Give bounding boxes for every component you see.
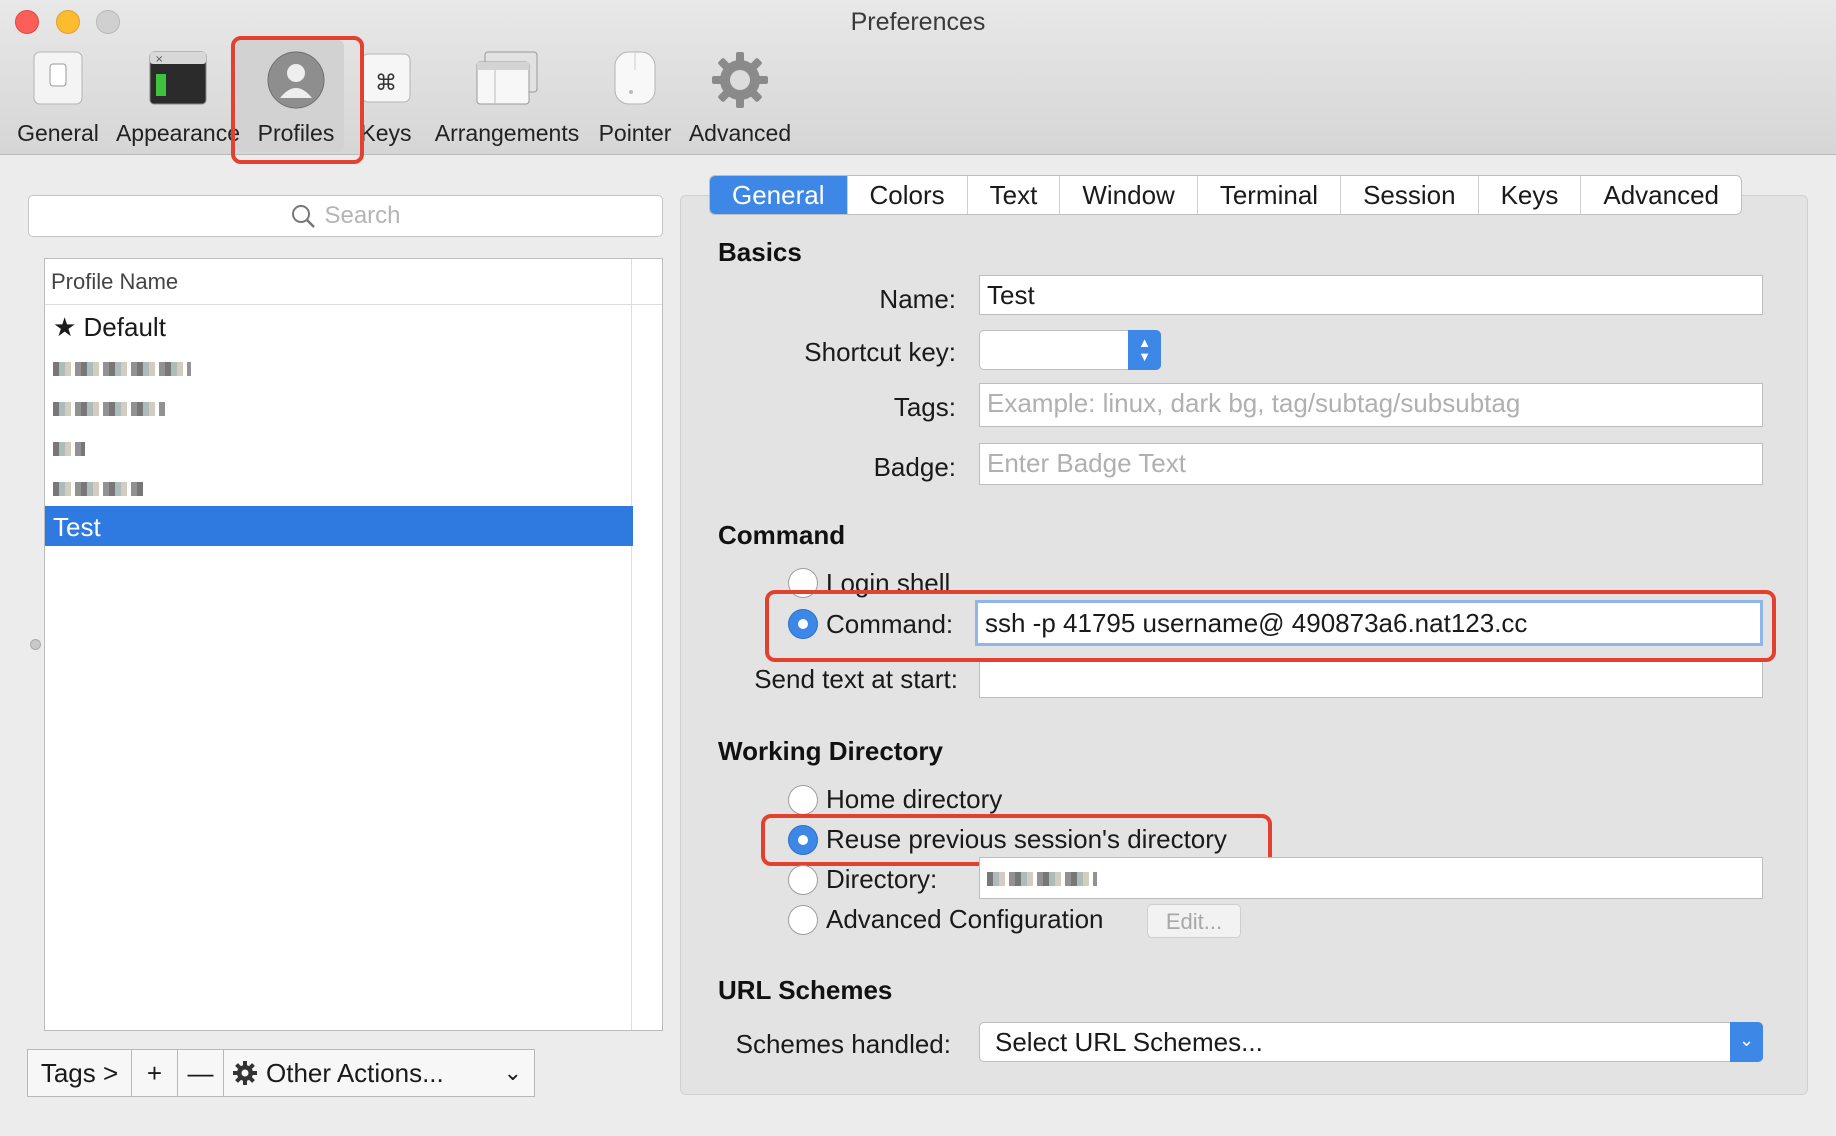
profile-row-test[interactable]: Test xyxy=(45,506,633,546)
profile-row-redacted[interactable] xyxy=(45,426,633,466)
badge-label: Badge: xyxy=(873,452,956,482)
gear-icon xyxy=(233,1061,257,1085)
switch-icon xyxy=(33,51,83,105)
home-directory-label: Home directory xyxy=(826,784,1003,814)
tags-field[interactable]: Example: linux, dark bg, tag/subtag/subs… xyxy=(979,383,1763,427)
schemes-handled-label: Schemes handled: xyxy=(735,1029,951,1059)
profile-row-default[interactable]: ★ Default xyxy=(45,306,633,346)
split-view-handle[interactable] xyxy=(30,639,41,650)
search-placeholder: Search xyxy=(324,202,401,229)
working-directory-heading: Working Directory xyxy=(718,736,943,766)
search-icon xyxy=(292,205,316,228)
svg-text:×: × xyxy=(155,54,163,65)
gear-icon xyxy=(712,52,768,108)
directory-radio[interactable] xyxy=(788,865,818,895)
url-schemes-value: Select URL Schemes... xyxy=(995,1027,1263,1057)
home-directory-radio[interactable] xyxy=(788,785,818,815)
profile-name: ★ Default xyxy=(53,312,166,342)
send-text-label: Send text at start: xyxy=(754,664,958,694)
toolbar-appearance-label: Appearance xyxy=(115,120,241,146)
profile-name: Test xyxy=(53,512,101,542)
plus-icon: + xyxy=(146,1057,163,1088)
badge-field[interactable]: Enter Badge Text xyxy=(979,443,1763,485)
title-bar: Preferences General × Appearance Profile… xyxy=(0,0,1836,164)
profile-list: Profile Name ★ Default Test xyxy=(44,258,663,1031)
toolbar-advanced-label: Advanced xyxy=(688,120,792,146)
annotation-profiles-highlight xyxy=(231,36,364,164)
redacted-profile-name xyxy=(53,482,143,496)
advanced-configuration-radio[interactable] xyxy=(788,905,818,935)
profile-row-redacted[interactable] xyxy=(45,346,633,386)
toolbar-pointer[interactable]: Pointer xyxy=(590,50,680,150)
chevron-down-icon: ⌄ xyxy=(1730,1022,1763,1062)
command-heading: Command xyxy=(718,520,846,550)
profile-search-field[interactable]: Search xyxy=(28,195,663,237)
window-title: Preferences xyxy=(850,8,986,36)
edit-button[interactable]: Edit... xyxy=(1147,904,1241,938)
tab-window[interactable]: Window xyxy=(1060,176,1198,214)
name-field[interactable]: Test xyxy=(979,275,1763,315)
toolbar-arrangements[interactable]: Arrangements xyxy=(432,50,582,150)
windows-icon xyxy=(476,51,538,105)
command-key-icon: ⌘ xyxy=(361,53,411,103)
profile-actions-bar: Tags > + — Other Actions... ⌄ xyxy=(27,1049,535,1097)
tags-toggle-button[interactable]: Tags > xyxy=(28,1050,132,1096)
toolbar-appearance[interactable]: × Appearance xyxy=(114,50,242,150)
tab-text[interactable]: Text xyxy=(968,176,1061,214)
profile-tabs: General Colors Text Window Terminal Sess… xyxy=(709,175,1743,215)
toolbar-general[interactable]: General xyxy=(10,50,106,150)
directory-field[interactable] xyxy=(979,857,1763,899)
other-actions-menu[interactable]: Other Actions... ⌄ xyxy=(224,1050,534,1096)
toolbar-advanced[interactable]: Advanced xyxy=(686,50,794,150)
redacted-profile-name xyxy=(53,402,165,416)
url-schemes-heading: URL Schemes xyxy=(718,975,893,1005)
profile-row-redacted[interactable] xyxy=(45,466,633,506)
toolbar-arrangements-label: Arrangements xyxy=(434,120,580,146)
terminal-window-icon: × xyxy=(149,51,207,105)
profile-row-redacted[interactable] xyxy=(45,386,633,426)
basics-heading: Basics xyxy=(718,237,802,267)
minus-icon: — xyxy=(187,1057,214,1088)
url-schemes-select[interactable]: Select URL Schemes... ⌄ xyxy=(979,1022,1763,1062)
updown-arrows-icon: ▲ ▼ xyxy=(1128,330,1161,370)
redacted-directory-path xyxy=(987,872,1097,886)
preferences-window: Preferences General × Appearance Profile… xyxy=(0,0,1836,1136)
remove-profile-button[interactable]: — xyxy=(178,1050,224,1096)
mouse-icon xyxy=(614,51,656,105)
redacted-profile-name xyxy=(53,362,191,376)
directory-label: Directory: xyxy=(826,864,938,894)
toolbar-pointer-label: Pointer xyxy=(598,120,672,146)
advanced-configuration-label: Advanced Configuration xyxy=(826,904,1104,934)
column-header-profile-name[interactable]: Profile Name xyxy=(45,259,662,305)
tags-toggle-label: Tags > xyxy=(40,1057,119,1088)
chevron-down-icon: ⌄ xyxy=(503,1060,522,1085)
tab-advanced[interactable]: Advanced xyxy=(1581,176,1741,214)
tab-session[interactable]: Session xyxy=(1341,176,1479,214)
other-actions-label: Other Actions... xyxy=(266,1057,444,1088)
svg-text:⌘: ⌘ xyxy=(375,71,397,96)
shortcut-key-popup[interactable]: ▲ ▼ xyxy=(979,330,1161,370)
tags-label: Tags: xyxy=(893,392,956,422)
add-profile-button[interactable]: + xyxy=(132,1050,178,1096)
redacted-profile-name xyxy=(53,442,85,456)
toolbar-general-label: General xyxy=(17,120,99,146)
name-label: Name: xyxy=(879,284,956,314)
annotation-command-highlight xyxy=(765,590,1776,662)
shortcut-key-label: Shortcut key: xyxy=(804,337,956,367)
tab-colors[interactable]: Colors xyxy=(848,176,968,214)
send-text-field[interactable] xyxy=(979,658,1763,698)
tab-general[interactable]: General xyxy=(710,176,848,214)
tab-keys[interactable]: Keys xyxy=(1479,176,1582,214)
tab-terminal[interactable]: Terminal xyxy=(1198,176,1342,214)
